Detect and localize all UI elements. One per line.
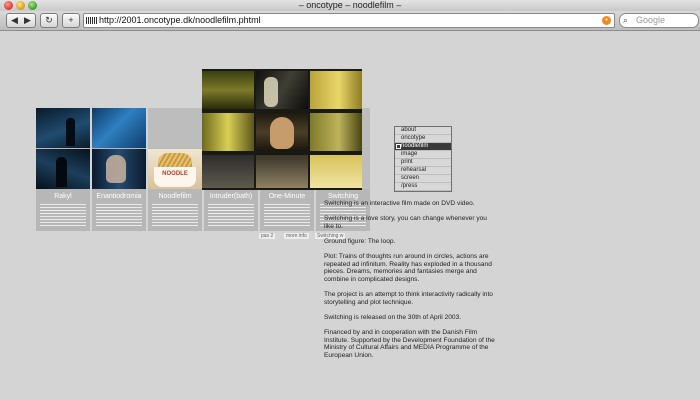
add-icon: + xyxy=(68,15,74,25)
forward-icon[interactable]: ▶ xyxy=(21,14,34,27)
back-forward-buttons: ◀ ▶ xyxy=(6,13,36,28)
article-paragraph: Plot: Trains of thoughts run around in c… xyxy=(324,253,492,283)
switching-preview-collage[interactable] xyxy=(202,69,362,190)
film-noodlefilm[interactable]: NOODLE Noodlefilm xyxy=(148,108,202,231)
noodle-cup-label: NOODLE xyxy=(154,167,196,187)
menu-item-print[interactable]: print xyxy=(395,159,451,167)
search-field[interactable]: ⌕ Google xyxy=(619,13,699,28)
article-paragraph: Switching is an interactive film made on… xyxy=(324,200,475,207)
collage-still xyxy=(310,155,362,188)
film-title[interactable]: Noodlefilm xyxy=(148,192,202,201)
film-title[interactable]: One-Minute xyxy=(260,192,314,201)
film-description xyxy=(264,204,310,228)
film-description xyxy=(40,204,86,228)
menu-item-screen[interactable]: screen xyxy=(395,175,451,183)
site-menu: about oncotype noodlefilm image print re… xyxy=(394,126,452,192)
rss-icon[interactable]: • xyxy=(602,16,611,25)
film-thumbnail[interactable]: NOODLE xyxy=(148,149,202,189)
menu-item-image[interactable]: image xyxy=(395,151,451,159)
back-icon[interactable]: ◀ xyxy=(8,14,21,27)
film-thumbnail[interactable] xyxy=(148,108,202,148)
film-description xyxy=(152,204,198,228)
browser-toolbar: ◀ ▶ ↻ + http://2001.oncotype.dk/noodlefil… xyxy=(0,11,700,31)
collage-still xyxy=(202,113,254,151)
small-link[interactable]: pas 2 xyxy=(259,233,276,239)
film-title[interactable]: Enantiodromia xyxy=(92,192,146,201)
search-icon[interactable]: ⌕ xyxy=(623,14,628,27)
site-favicon xyxy=(86,17,97,24)
collage-still xyxy=(256,113,308,151)
collage-still xyxy=(256,71,308,109)
collage-still xyxy=(202,71,254,109)
url-text[interactable]: http://2001.oncotype.dk/noodlefilm.phtml xyxy=(99,14,261,27)
collage-still xyxy=(202,155,254,188)
collage-still xyxy=(256,155,308,188)
article-paragraph: Switching is a love story, you can chang… xyxy=(324,215,487,230)
article-paragraph: Financed by and in cooperation with the … xyxy=(324,329,495,359)
reload-icon: ↻ xyxy=(45,15,53,25)
menu-item-rehearsal[interactable]: rehearsal xyxy=(395,167,451,175)
menu-item-press[interactable]: /press xyxy=(395,183,451,191)
film-thumbnail[interactable] xyxy=(36,108,90,148)
collage-still xyxy=(310,71,362,109)
film-title[interactable]: Rakyl xyxy=(36,192,90,201)
reload-button[interactable]: ↻ xyxy=(40,13,58,28)
menu-item-oncotype[interactable]: oncotype xyxy=(395,135,451,143)
collage-still xyxy=(310,113,362,151)
film-description xyxy=(208,204,254,228)
small-link[interactable]: more info xyxy=(284,233,309,239)
article-paragraph: The project is an attempt to think inter… xyxy=(324,291,493,306)
article-paragraph: Ground figure: The loop. xyxy=(324,237,396,245)
film-rakyl[interactable]: Rakyl xyxy=(36,108,90,231)
article-paragraph: Switching is released on the 30th of Apr… xyxy=(324,313,462,321)
film-description-text: Switching is an interactive film made on… xyxy=(324,200,496,367)
film-description xyxy=(96,204,142,228)
address-bar[interactable]: http://2001.oncotype.dk/noodlefilm.phtml… xyxy=(83,13,615,28)
add-bookmark-button[interactable]: + xyxy=(62,13,80,28)
film-thumbnail[interactable] xyxy=(92,149,146,189)
film-thumbnail[interactable] xyxy=(92,108,146,148)
film-title[interactable]: Intruder(bath) xyxy=(204,192,258,201)
menu-item-noodlefilm[interactable]: noodlefilm xyxy=(395,143,451,151)
title-bar: – oncotype – noodlefilm – xyxy=(0,0,700,11)
menu-item-about[interactable]: about xyxy=(395,127,451,135)
search-placeholder: Google xyxy=(636,15,666,25)
film-enantiodromia[interactable]: Enantiodromia xyxy=(92,108,146,231)
window-title: – oncotype – noodlefilm – xyxy=(298,0,402,10)
film-thumbnail[interactable] xyxy=(36,149,90,189)
